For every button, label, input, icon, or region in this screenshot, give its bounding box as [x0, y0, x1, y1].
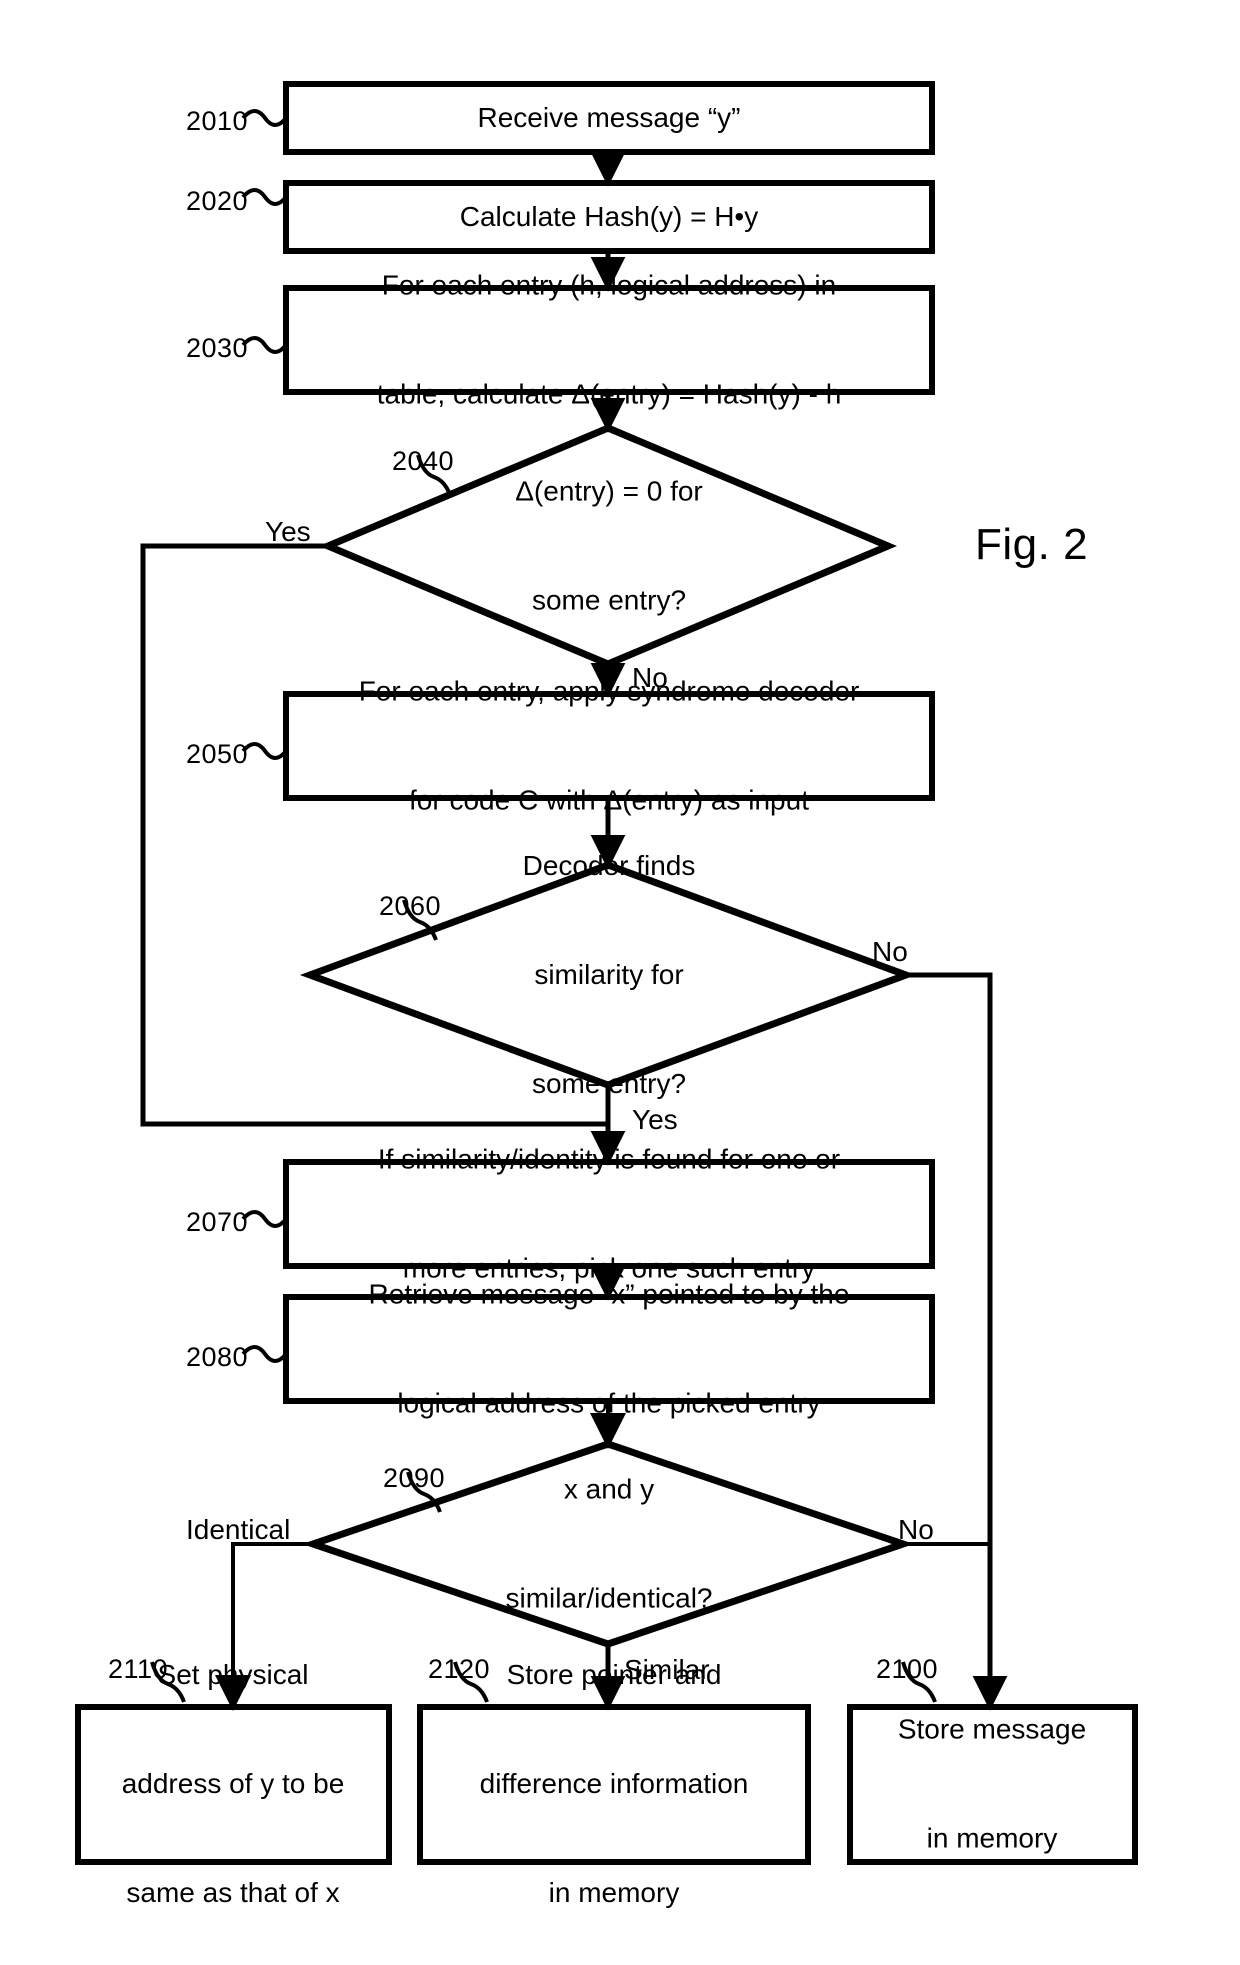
ref-number-2080: 2080 [186, 1342, 249, 1372]
node-text-2060-line-2: similarity for [534, 958, 684, 990]
leader-2050 [241, 742, 288, 760]
node-text-2100: Store message in memory [852, 1638, 1132, 1929]
node-text-2110-line-2: address of y to be [121, 1767, 345, 1799]
leader-2080 [241, 1345, 288, 1363]
ref-number-2050: 2050 [186, 739, 249, 769]
edge-label-2090-no: No [898, 1514, 934, 1545]
node-text-2120: Store pointer and difference information… [423, 1584, 805, 1965]
node-text-2060-line-1: Decoder finds [522, 849, 696, 881]
node-text-2110-line-1: Set physical [157, 1658, 309, 1690]
figure-label: Fig. 2 [975, 519, 1089, 569]
ref-number-2030: 2030 [186, 333, 249, 363]
leader-2020 [241, 188, 288, 206]
edge-label-2040-no: No [632, 662, 668, 693]
edge-label-2060-yes: Yes [632, 1104, 678, 1135]
node-text-2040-line-1: Δ(entry) = 0 for [515, 475, 703, 507]
node-text-2110: Set physical address of y to be same as … [83, 1584, 383, 1965]
leader-2030 [241, 336, 288, 354]
node-text-2100-line-2: in memory [926, 1822, 1058, 1854]
node-text-2050-line-1: For each entry, apply syndrome decoder [358, 675, 860, 707]
edge-label-2060-no: No [872, 936, 908, 967]
node-text-2080-line-1: Retrieve message “x” pointed to by the [368, 1278, 850, 1310]
edge-label-2090-identical: Identical [186, 1514, 291, 1545]
node-text-2120-line-3: in memory [548, 1876, 680, 1908]
node-text-2120-line-1: Store pointer and [506, 1658, 722, 1690]
ref-number-2070: 2070 [186, 1207, 249, 1237]
node-text-2100-line-1: Store message [897, 1713, 1087, 1745]
node-text-2030-line-1: For each entry (h, logical address) in [381, 269, 837, 301]
edge-label-2090-similar: Similar [624, 1654, 710, 1685]
node-text-2110-line-3: same as that of x [126, 1876, 340, 1908]
node-text-2120-line-2: difference information [479, 1767, 749, 1799]
node-text-2090-line-1: x and y [563, 1473, 655, 1505]
ref-number-2020: 2020 [186, 186, 249, 216]
edge-label-2040-yes: Yes [265, 516, 311, 547]
node-text-2070-line-1: If similarity/identity is found for one … [377, 1143, 841, 1175]
leader-2070 [241, 1210, 288, 1228]
ref-number-2010: 2010 [186, 106, 249, 136]
figure-canvas: Fig. 2 2010 2020 2030 2040 2050 2060 207… [0, 0, 1240, 1965]
leader-2010 [241, 109, 288, 127]
